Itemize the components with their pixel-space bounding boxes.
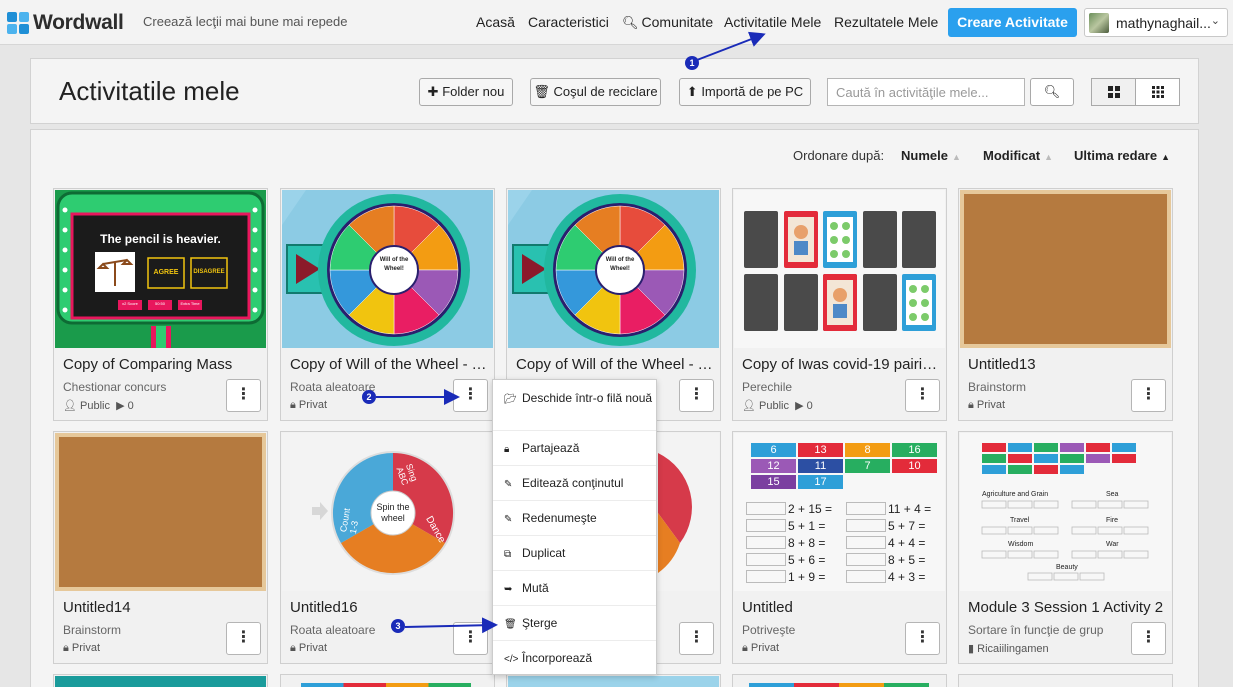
annotation-arrows [376, 31, 766, 634]
annotation-badge: 2 [362, 390, 376, 404]
annotation-badge: 1 [685, 56, 699, 70]
annotation-badge: 3 [391, 619, 405, 633]
